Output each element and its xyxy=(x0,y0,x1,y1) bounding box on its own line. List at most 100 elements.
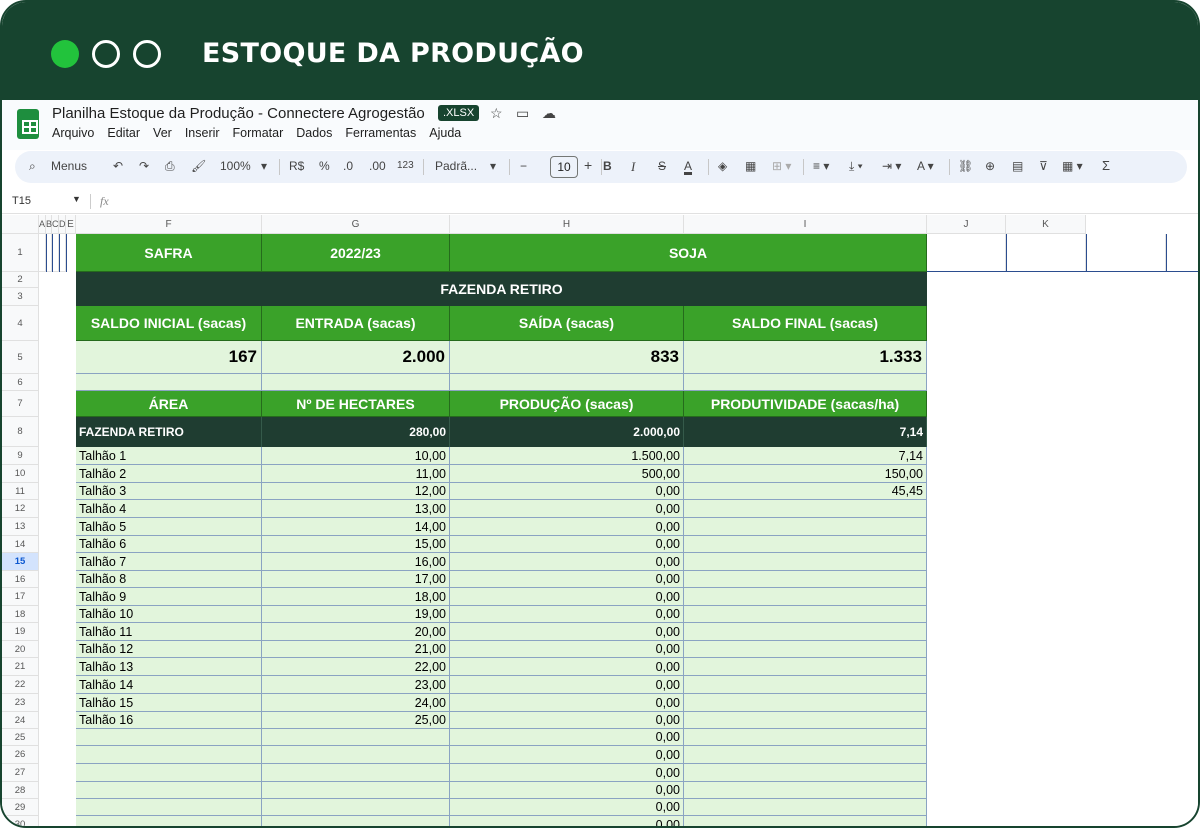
row-header-18[interactable]: 18 xyxy=(2,606,39,623)
table-row-cell[interactable] xyxy=(262,799,450,816)
table-row-cell[interactable]: 0,00 xyxy=(450,483,684,500)
table-row-cell[interactable]: 11,00 xyxy=(262,465,450,483)
table-row-cell[interactable]: Talhão 9 xyxy=(76,588,262,606)
table-row-cell[interactable]: 0,00 xyxy=(450,694,684,712)
table-header-cell[interactable]: Nº DE HECTARES xyxy=(262,391,450,417)
column-header-i[interactable]: I xyxy=(684,215,927,234)
table-row-cell[interactable] xyxy=(684,694,927,712)
row-header-30[interactable]: 30 xyxy=(2,816,39,826)
table-row-cell[interactable]: 18,00 xyxy=(262,588,450,606)
table-row-cell[interactable]: 0,00 xyxy=(450,536,684,553)
undo-icon[interactable]: ↶ xyxy=(113,159,123,173)
borders-icon[interactable]: ▦ xyxy=(745,159,756,173)
table-row-cell[interactable] xyxy=(684,588,927,606)
table-row-cell[interactable] xyxy=(684,764,927,782)
name-box[interactable]: T15 xyxy=(12,195,31,207)
paint-format-icon[interactable]: 🖌 xyxy=(191,159,206,173)
menu-inserir[interactable]: Inserir xyxy=(185,126,220,140)
empty-cell[interactable] xyxy=(59,234,66,272)
table-row-cell[interactable]: 1.500,00 xyxy=(450,447,684,465)
table-row-cell[interactable]: 0,00 xyxy=(450,641,684,658)
table-row-cell[interactable] xyxy=(76,764,262,782)
table-row-cell[interactable] xyxy=(684,606,927,623)
row-header-29[interactable]: 29 xyxy=(2,799,39,816)
table-row-cell[interactable]: Talhão 16 xyxy=(76,712,262,729)
table-row-cell[interactable] xyxy=(76,816,262,826)
empty-cell[interactable] xyxy=(76,374,262,391)
redo-icon[interactable]: ↷ xyxy=(139,159,149,173)
table-row-cell[interactable] xyxy=(262,782,450,799)
table-row-cell[interactable] xyxy=(262,729,450,746)
column-header-d[interactable]: D xyxy=(59,215,66,234)
total-row-cell[interactable]: 2.000,00 xyxy=(450,417,684,447)
table-row-cell[interactable] xyxy=(684,816,927,826)
table-row-cell[interactable]: 0,00 xyxy=(450,518,684,536)
table-row-cell[interactable]: 0,00 xyxy=(450,553,684,571)
table-row-cell[interactable]: 0,00 xyxy=(450,782,684,799)
table-row-cell[interactable] xyxy=(262,816,450,826)
row-header-2[interactable]: 2 xyxy=(2,272,39,288)
table-row-cell[interactable]: 0,00 xyxy=(450,658,684,676)
summary-label-cell[interactable]: ENTRADA (sacas) xyxy=(262,306,450,341)
crop-cell[interactable]: SOJA xyxy=(450,234,927,272)
row-header-7[interactable]: 7 xyxy=(2,391,39,417)
table-row-cell[interactable]: 10,00 xyxy=(262,447,450,465)
table-row-cell[interactable]: 15,00 xyxy=(262,536,450,553)
table-row-cell[interactable]: Talhão 1 xyxy=(76,447,262,465)
fill-color-icon[interactable]: ◈ xyxy=(718,159,727,173)
move-folder-icon[interactable]: ▭ xyxy=(516,105,529,122)
row-header-22[interactable]: 22 xyxy=(2,676,39,694)
summary-value-cell[interactable]: 167 xyxy=(76,341,262,374)
table-row-cell[interactable]: 0,00 xyxy=(450,729,684,746)
summary-label-cell[interactable]: SAÍDA (sacas) xyxy=(450,306,684,341)
row-header-12[interactable]: 12 xyxy=(2,500,39,518)
table-row-cell[interactable]: Talhão 6 xyxy=(76,536,262,553)
table-row-cell[interactable]: Talhão 8 xyxy=(76,571,262,588)
menu-dados[interactable]: Dados xyxy=(296,126,332,140)
strikethrough-icon[interactable]: S xyxy=(658,159,666,173)
menu-ferramentas[interactable]: Ferramentas xyxy=(345,126,416,140)
table-header-cell[interactable]: ÁREA xyxy=(76,391,262,417)
number-format-button[interactable]: 123 xyxy=(397,160,414,171)
safra-label-cell[interactable]: SAFRA xyxy=(76,234,262,272)
table-row-cell[interactable]: 0,00 xyxy=(450,588,684,606)
table-row-cell[interactable] xyxy=(684,553,927,571)
text-wrap-icon[interactable]: ⇥ ▾ xyxy=(882,159,901,173)
decrease-decimal-button[interactable]: .0 xyxy=(343,159,353,173)
table-row-cell[interactable] xyxy=(262,746,450,764)
table-row-cell[interactable]: 0,00 xyxy=(450,623,684,641)
table-row-cell[interactable]: 500,00 xyxy=(450,465,684,483)
summary-label-cell[interactable]: SALDO FINAL (sacas) xyxy=(684,306,927,341)
print-icon[interactable]: ⎙ xyxy=(165,159,175,174)
table-row-cell[interactable]: 0,00 xyxy=(450,606,684,623)
bold-button[interactable]: B xyxy=(603,159,612,173)
table-row-cell[interactable]: Talhão 4 xyxy=(76,500,262,518)
table-row-cell[interactable]: 7,14 xyxy=(684,447,927,465)
table-row-cell[interactable]: 12,00 xyxy=(262,483,450,500)
empty-cell[interactable] xyxy=(39,234,46,272)
window-dot-outline-icon[interactable] xyxy=(92,40,120,68)
table-row-cell[interactable] xyxy=(262,764,450,782)
row-header-27[interactable]: 27 xyxy=(2,764,39,782)
row-header-19[interactable]: 19 xyxy=(2,623,39,641)
total-row-cell[interactable]: 7,14 xyxy=(684,417,927,447)
row-header-11[interactable]: 11 xyxy=(2,483,39,500)
row-header-20[interactable]: 20 xyxy=(2,641,39,658)
farm-title-cell[interactable]: FAZENDA RETIRO xyxy=(76,272,927,306)
table-row-cell[interactable] xyxy=(76,746,262,764)
table-row-cell[interactable]: 20,00 xyxy=(262,623,450,641)
text-color-icon[interactable]: A xyxy=(684,159,692,173)
table-row-cell[interactable]: Talhão 11 xyxy=(76,623,262,641)
sheets-logo-icon[interactable] xyxy=(17,109,39,139)
table-row-cell[interactable]: 0,00 xyxy=(450,746,684,764)
row-header-4[interactable]: 4 xyxy=(2,306,39,341)
column-header-j[interactable]: J xyxy=(927,215,1006,234)
row-header-9[interactable]: 9 xyxy=(2,447,39,465)
table-row-cell[interactable] xyxy=(684,658,927,676)
table-row-cell[interactable]: 23,00 xyxy=(262,676,450,694)
table-row-cell[interactable]: 0,00 xyxy=(450,799,684,816)
chart-icon[interactable]: ▤ xyxy=(1012,159,1023,173)
summary-value-cell[interactable]: 833 xyxy=(450,341,684,374)
row-header-1[interactable]: 1 xyxy=(2,234,39,272)
empty-cell[interactable] xyxy=(52,234,59,272)
